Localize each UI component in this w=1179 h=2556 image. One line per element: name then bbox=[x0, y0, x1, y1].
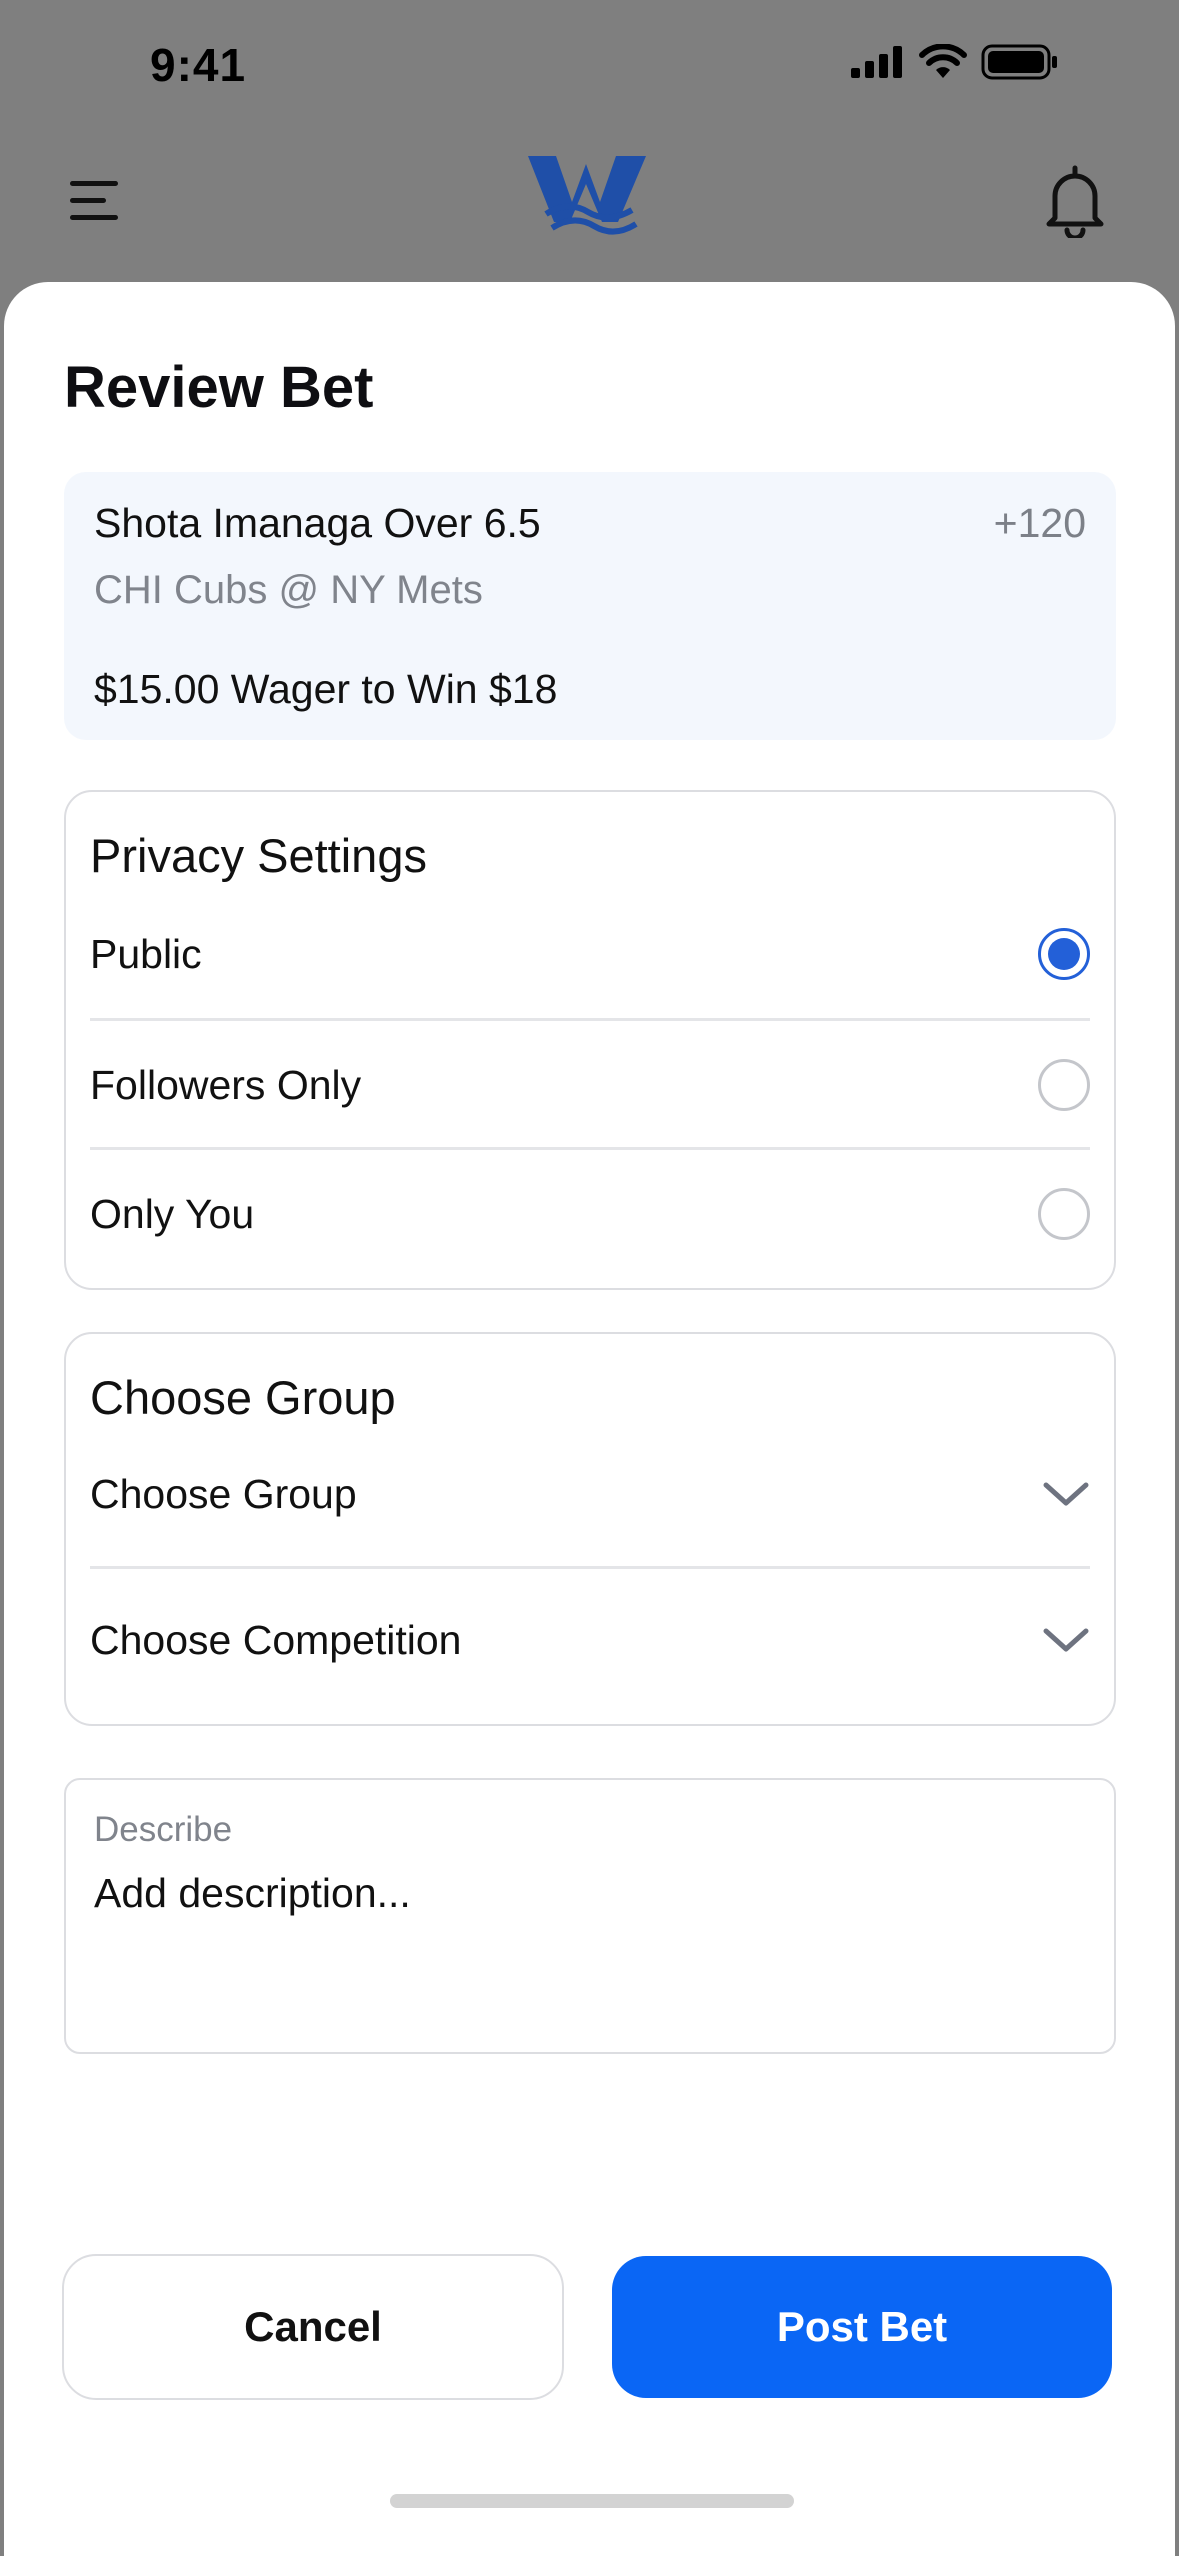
notification-bell-icon[interactable] bbox=[1041, 162, 1109, 238]
sheet-title: Review Bet bbox=[64, 355, 374, 420]
divider bbox=[90, 1566, 1090, 1569]
radio-selected-icon[interactable] bbox=[1038, 928, 1090, 980]
bet-odds: +120 bbox=[993, 500, 1086, 546]
app-logo bbox=[528, 156, 646, 235]
privacy-option-only-you[interactable]: Only You bbox=[90, 1150, 1090, 1278]
wifi-icon bbox=[919, 44, 967, 78]
status-icons bbox=[851, 44, 1059, 80]
chevron-down-icon bbox=[1043, 1482, 1089, 1506]
privacy-option-label: Public bbox=[90, 930, 202, 977]
privacy-settings-title: Privacy Settings bbox=[90, 829, 427, 882]
description-label: Describe bbox=[94, 1810, 233, 1849]
radio-unselected-icon[interactable] bbox=[1038, 1059, 1090, 1111]
select-label: Choose Group bbox=[90, 1470, 357, 1517]
status-bar: 9:41 bbox=[0, 0, 1179, 140]
choose-competition-select[interactable]: Choose Competition bbox=[90, 1570, 1090, 1710]
post-bet-button[interactable]: Post Bet bbox=[612, 2256, 1112, 2398]
bet-selection: Shota Imanaga Over 6.5 bbox=[94, 500, 541, 546]
privacy-settings-box: Privacy Settings Public Followers Only O… bbox=[64, 790, 1116, 1290]
bet-game: CHI Cubs @ NY Mets bbox=[94, 568, 483, 612]
app-header bbox=[0, 140, 1179, 280]
privacy-option-followers-only[interactable]: Followers Only bbox=[90, 1021, 1090, 1149]
status-time: 9:41 bbox=[150, 39, 247, 91]
cancel-button[interactable]: Cancel bbox=[62, 2254, 564, 2400]
bet-summary-card: Shota Imanaga Over 6.5 +120 CHI Cubs @ N… bbox=[64, 472, 1116, 740]
privacy-option-label: Followers Only bbox=[90, 1061, 362, 1108]
privacy-option-label: Only You bbox=[90, 1190, 255, 1237]
review-bet-sheet: Review Bet Shota Imanaga Over 6.5 +120 C… bbox=[4, 282, 1175, 2556]
choose-group-box: Choose Group Choose Group Choose Competi… bbox=[64, 1332, 1116, 1726]
cellular-signal-icon bbox=[851, 46, 902, 78]
battery-icon bbox=[981, 44, 1057, 80]
home-indicator bbox=[390, 2494, 794, 2508]
choose-group-select[interactable]: Choose Group bbox=[90, 1424, 1090, 1564]
description-input[interactable]: Add description... bbox=[94, 1870, 411, 1917]
select-label: Choose Competition bbox=[90, 1616, 462, 1663]
radio-unselected-icon[interactable] bbox=[1038, 1188, 1090, 1240]
privacy-option-public[interactable]: Public bbox=[90, 890, 1090, 1018]
bet-wager: $15.00 Wager to Win $18 bbox=[94, 666, 558, 712]
description-field[interactable]: Describe Add description... bbox=[64, 1778, 1116, 2054]
choose-group-title: Choose Group bbox=[90, 1371, 396, 1424]
chevron-down-icon bbox=[1043, 1628, 1089, 1652]
menu-icon[interactable] bbox=[70, 170, 130, 230]
